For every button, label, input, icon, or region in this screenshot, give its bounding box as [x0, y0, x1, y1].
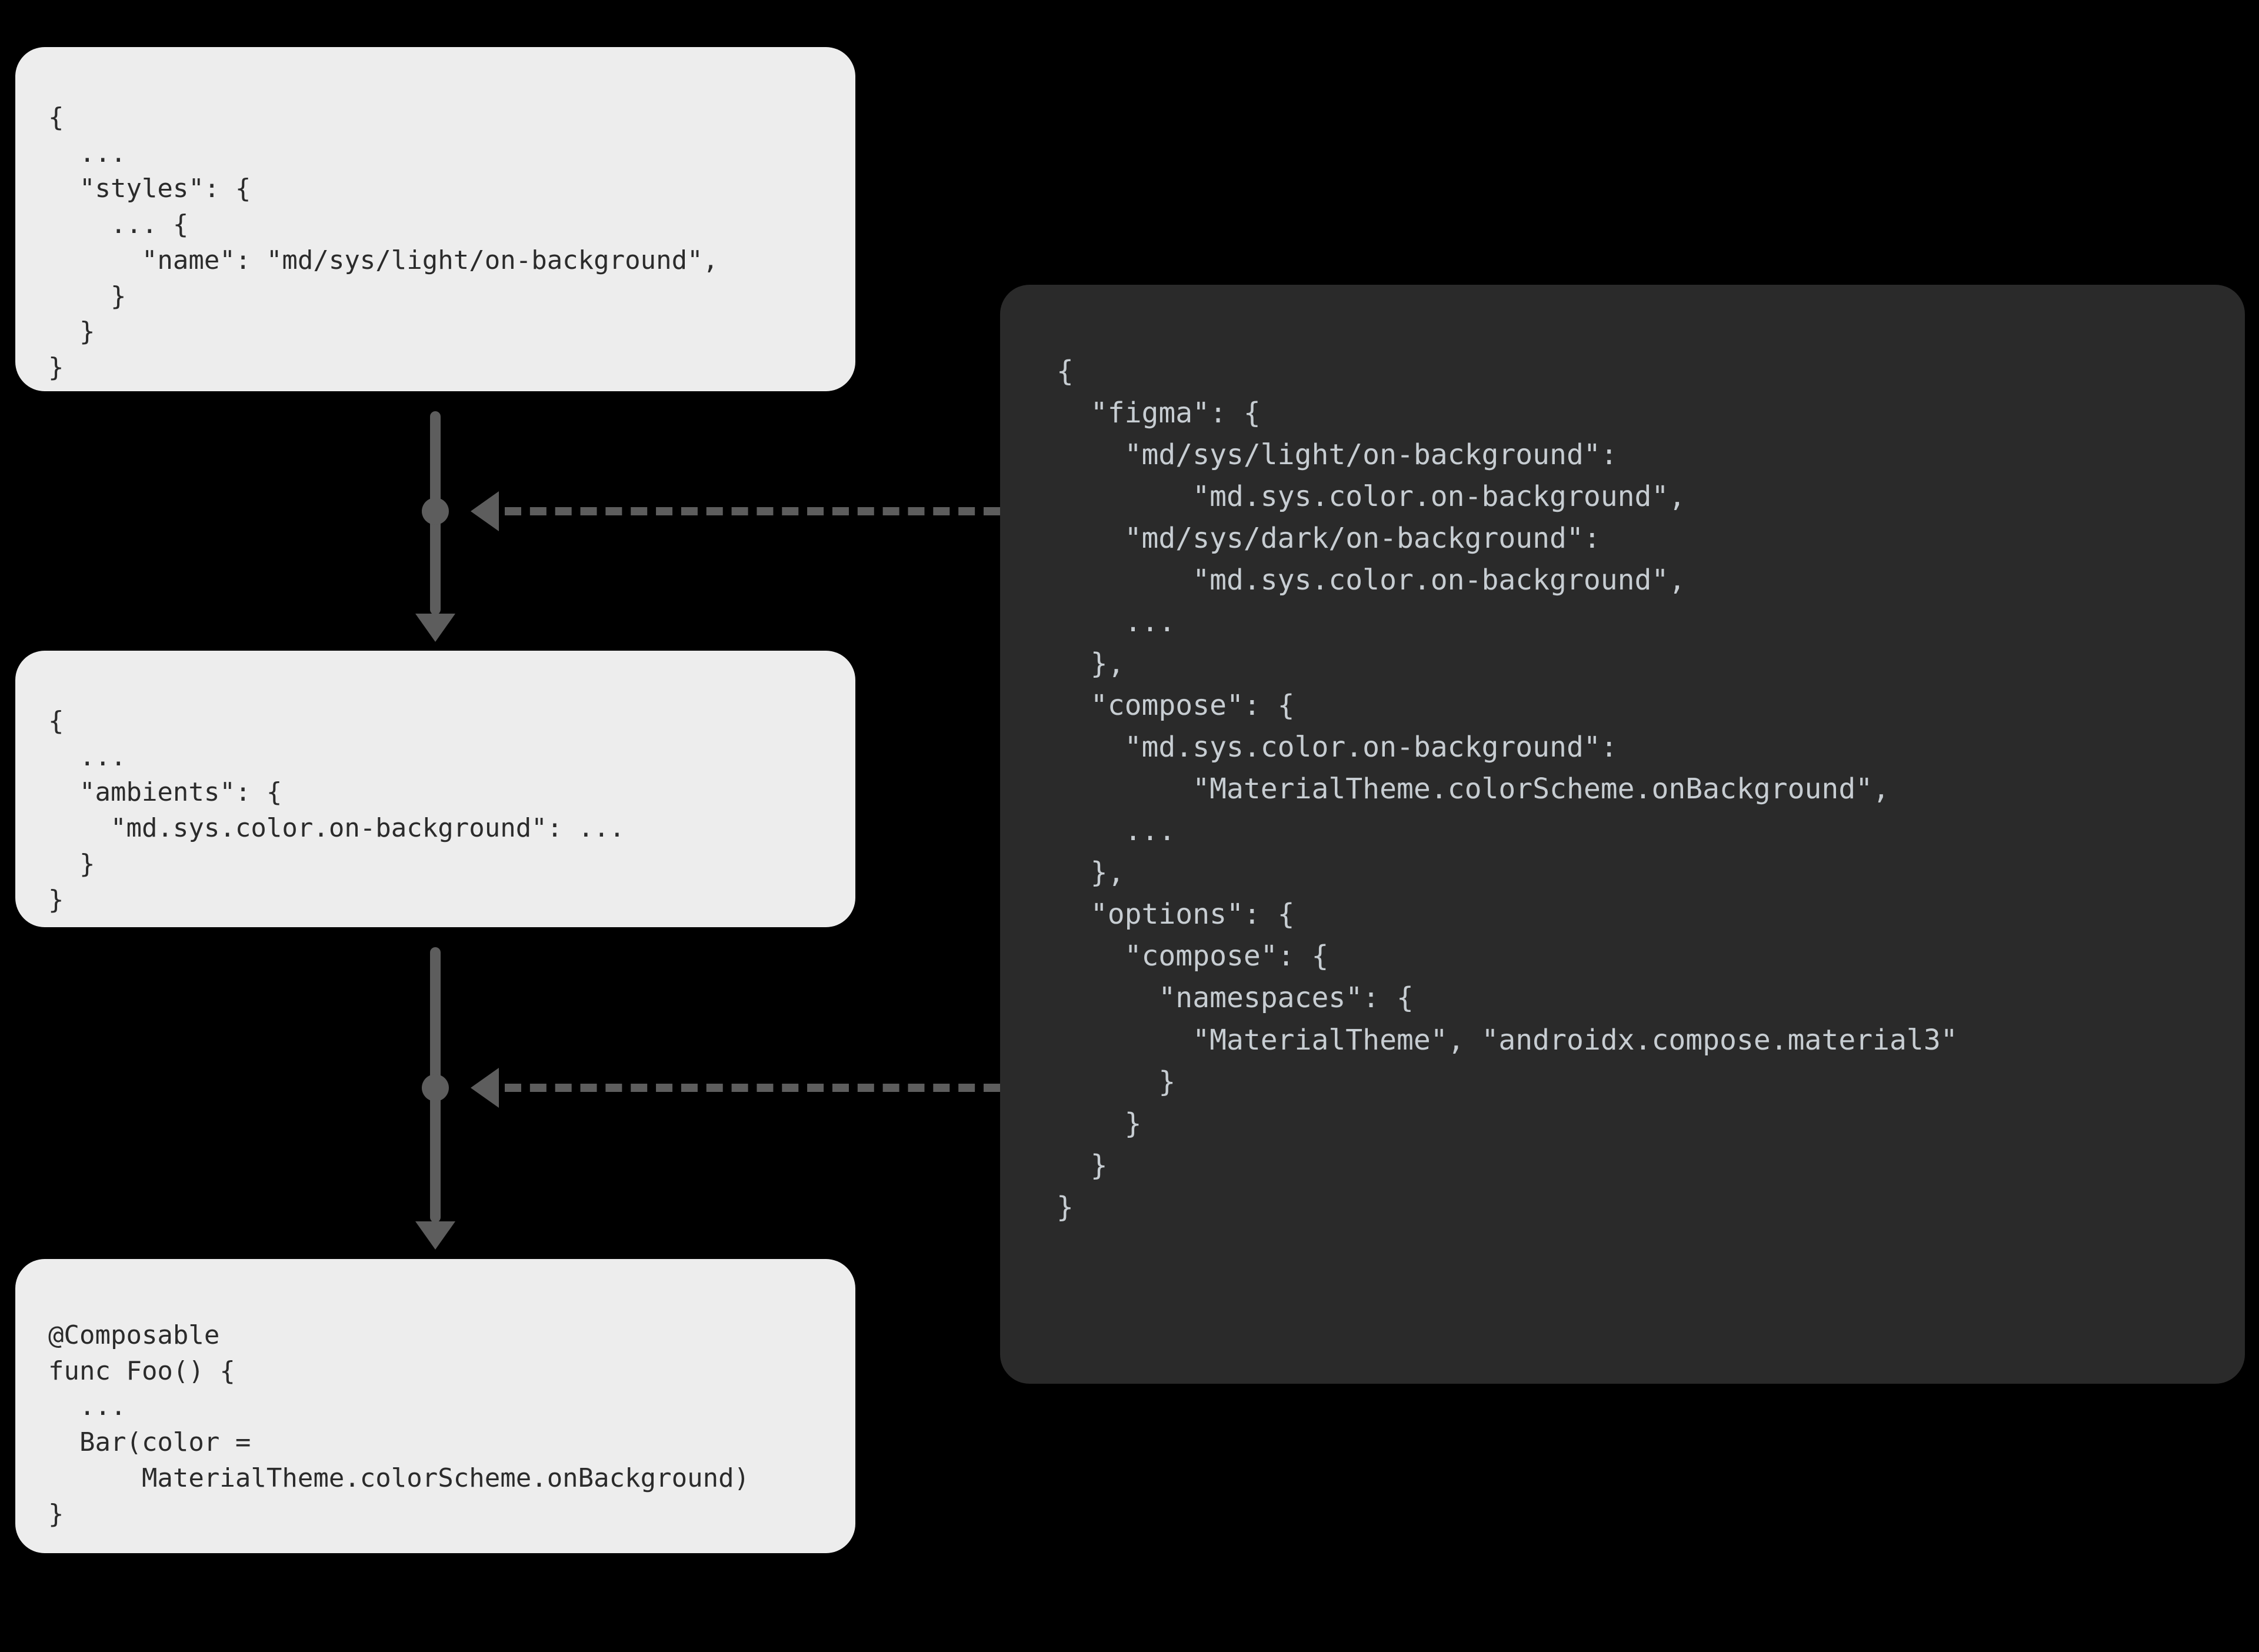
config-to-step2-head-icon: [471, 1068, 499, 1108]
compose-output-code: @Composable func Foo() { ... Bar(color =…: [48, 1318, 822, 1532]
diagram-stage: { ... "styles": { ... { "name": "md/sys/…: [0, 0, 2259, 1652]
compose-output-box: @Composable func Foo() { ... Bar(color =…: [15, 1259, 855, 1553]
arrow-1-head-icon: [415, 614, 455, 642]
mapping-config-box: { "figma": { "md/sys/light/on-background…: [1000, 285, 2245, 1384]
mapping-config-code: { "figma": { "md/sys/light/on-background…: [1057, 351, 2188, 1228]
figma-styles-json-box: { ... "styles": { ... { "name": "md/sys/…: [15, 47, 855, 391]
ambients-json-box: { ... "ambients": { "md.sys.color.on-bac…: [15, 651, 855, 927]
config-to-step1-dash: [505, 507, 1000, 515]
arrow-2-head-icon: [415, 1221, 455, 1250]
arrow-2-merge-node-icon: [422, 1074, 449, 1101]
config-to-step2-dash: [505, 1084, 1000, 1092]
figma-styles-code: { ... "styles": { ... { "name": "md/sys/…: [48, 100, 822, 386]
ambients-code: { ... "ambients": { "md.sys.color.on-bac…: [48, 704, 822, 918]
config-to-step1-head-icon: [471, 491, 499, 531]
arrow-1-merge-node-icon: [422, 498, 449, 525]
